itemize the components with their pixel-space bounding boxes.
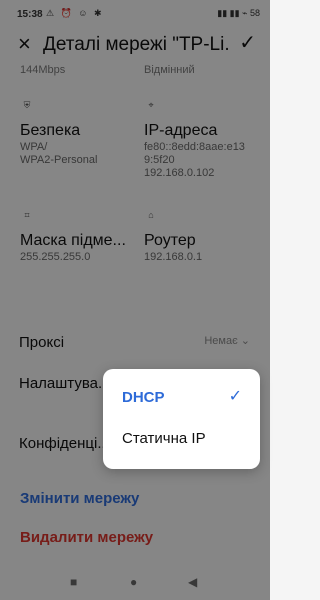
option-dhcp[interactable]: DHCP [122, 389, 165, 406]
selected-check-icon: ✓ [228, 388, 242, 405]
ip-settings-popup: DHCP ✓ Статична IP [103, 369, 260, 469]
modal-scrim[interactable] [0, 0, 270, 600]
option-static-ip[interactable]: Статична IP [122, 430, 206, 447]
